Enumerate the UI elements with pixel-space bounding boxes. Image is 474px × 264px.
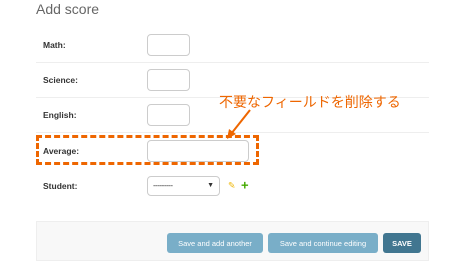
annotation-arrow <box>227 109 251 139</box>
page-title: Add score <box>36 1 100 17</box>
math-input[interactable] <box>147 34 190 56</box>
submit-row: Save and add another Save and continue e… <box>36 221 429 261</box>
form-row-math: Math: <box>36 28 429 63</box>
science-label: Science: <box>43 75 78 85</box>
science-input[interactable] <box>147 69 190 91</box>
math-label: Math: <box>43 40 66 50</box>
average-label: Average: <box>43 145 80 156</box>
plus-icon[interactable]: + <box>241 177 249 192</box>
form-row-student: Student: --------- ▼ ✎ + <box>36 168 429 203</box>
student-label: Student: <box>43 180 78 191</box>
english-label: English: <box>43 110 77 120</box>
average-input[interactable] <box>147 139 249 162</box>
pencil-icon[interactable]: ✎ <box>228 180 236 191</box>
save-button[interactable]: SAVE <box>383 233 421 253</box>
student-select[interactable]: --------- ▼ <box>147 175 220 196</box>
student-select-value: --------- <box>153 181 173 190</box>
english-input[interactable] <box>147 104 190 126</box>
chevron-down-icon: ▼ <box>207 182 214 189</box>
save-and-add-another-button[interactable]: Save and add another <box>167 233 263 253</box>
save-and-continue-button[interactable]: Save and continue editing <box>268 233 378 253</box>
